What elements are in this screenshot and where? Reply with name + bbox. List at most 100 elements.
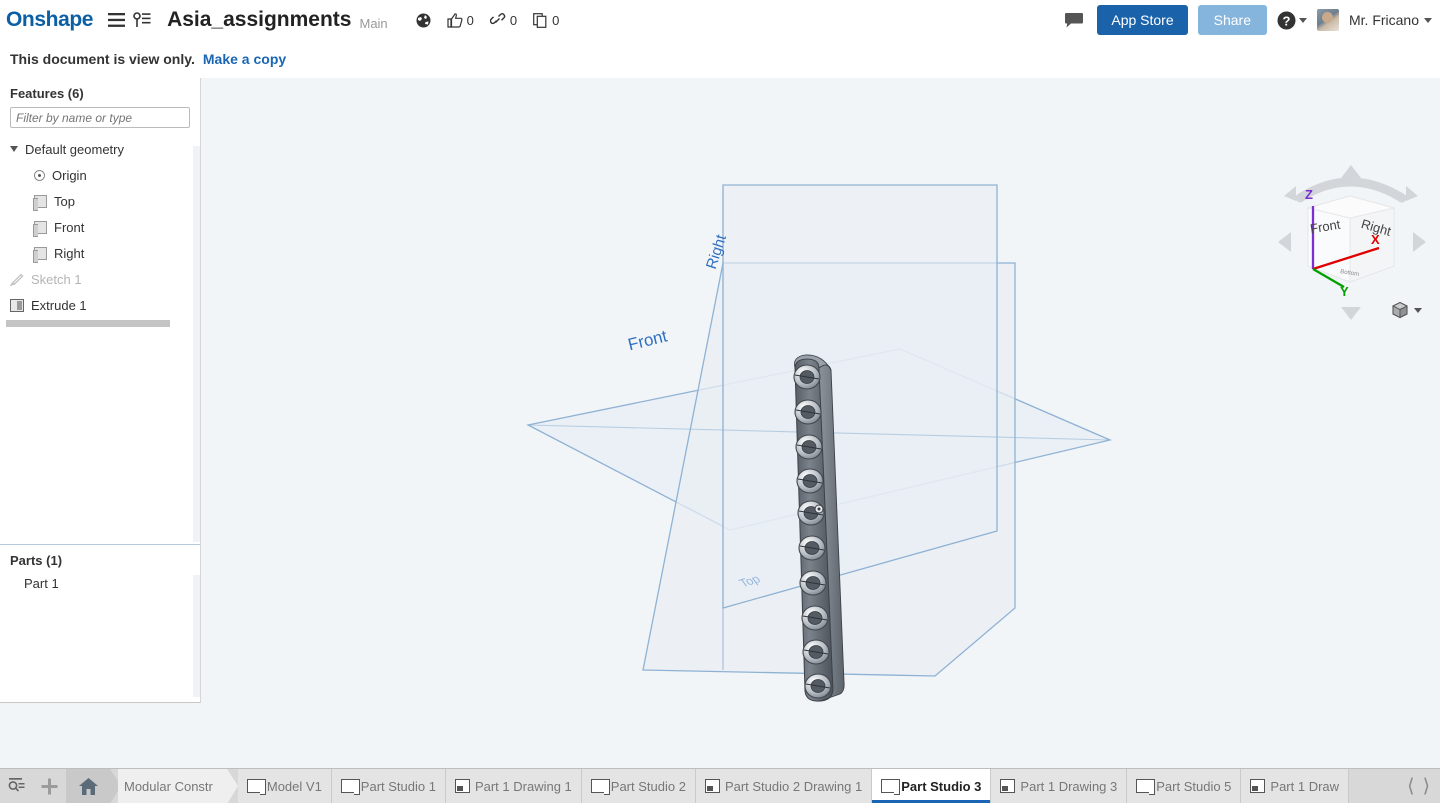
- copy-icon: [533, 12, 547, 28]
- chevron-down-icon: [1424, 17, 1432, 23]
- copies-stat[interactable]: 0: [533, 13, 559, 28]
- globe-icon[interactable]: [416, 13, 431, 28]
- view-left-arrow: [1278, 232, 1291, 252]
- plane-icon: [33, 246, 47, 263]
- drawing-icon: [454, 779, 470, 793]
- comment-icon[interactable]: [1061, 5, 1087, 35]
- document-title[interactable]: Asia_assignments: [167, 8, 351, 32]
- tab-part-studio-2[interactable]: Part Studio 2: [581, 769, 696, 803]
- tab-part-studio-2-drawing-1[interactable]: Part Studio 2 Drawing 1: [695, 769, 873, 803]
- plane-icon: [33, 194, 47, 211]
- chevron-down-icon[interactable]: [10, 146, 18, 152]
- part-studio-icon: [590, 779, 610, 795]
- likes-stat[interactable]: 0: [447, 13, 474, 28]
- drawing-icon: [704, 779, 720, 793]
- plane-icon: [33, 220, 47, 237]
- axis-label-y: Y: [1340, 284, 1349, 299]
- parts-vertical-scrollbar[interactable]: [193, 575, 200, 697]
- view-right-arrow: [1413, 232, 1426, 252]
- tab-part-1-drawing-3[interactable]: Part 1 Drawing 3: [991, 769, 1128, 803]
- document-branch[interactable]: Main: [359, 10, 387, 31]
- onshape-logo[interactable]: Onshape: [6, 8, 93, 32]
- tree-item-label: Sketch 1: [31, 271, 82, 287]
- origin-icon: [34, 169, 45, 181]
- make-a-copy-link[interactable]: Make a copy: [203, 51, 286, 67]
- chevron-down-icon: [1298, 17, 1307, 23]
- tab-model-v1[interactable]: Model V1: [237, 769, 332, 803]
- view-only-banner: This document is view only. Make a copy: [0, 40, 1440, 78]
- link-icon: [489, 12, 506, 24]
- drawing-icon: [1250, 779, 1266, 793]
- features-vertical-scrollbar[interactable]: [193, 146, 200, 542]
- tab-label: Part Studio 5: [1156, 778, 1232, 794]
- left-sidebar: Features (6) Default geometry Origin Top…: [0, 78, 201, 703]
- version-history-icon[interactable]: [129, 5, 155, 35]
- tree-item-extrude-1[interactable]: Extrude 1: [0, 292, 200, 318]
- chevron-down-icon: [1414, 307, 1422, 313]
- breadcrumb-label: Modular Constr: [124, 778, 213, 794]
- tree-item-default-geometry[interactable]: Default geometry: [0, 136, 200, 162]
- tab-part-1-drawing-partial[interactable]: Part 1 Draw: [1241, 769, 1350, 803]
- features-panel: Features (6) Default geometry Origin Top…: [0, 78, 200, 544]
- view-cube-faces: [1306, 195, 1395, 283]
- tab-part-studio-5[interactable]: Part Studio 5: [1127, 769, 1242, 803]
- avatar[interactable]: [1316, 9, 1339, 31]
- view-style-button[interactable]: [1390, 300, 1422, 320]
- app-header: Onshape Asia_assignments Main 0 0 0 App …: [0, 0, 1440, 40]
- rotate-arrow-arc: [1295, 177, 1407, 203]
- parts-panel: Parts (1) Part 1: [0, 545, 200, 702]
- home-icon: [78, 777, 98, 795]
- tab-label: Part 1 Draw: [1270, 778, 1340, 794]
- features-horizontal-scrollbar[interactable]: [6, 320, 170, 327]
- axis-label-x: X: [1371, 232, 1380, 247]
- tree-item-sketch-1[interactable]: Sketch 1: [0, 266, 200, 292]
- 3d-viewport[interactable]: Right Front Top Bottom Front Right Z X Y: [0, 78, 1440, 768]
- tree-item-label: Extrude 1: [31, 297, 87, 313]
- help-menu[interactable]: ?: [1277, 11, 1307, 30]
- tree-item-label: Top: [54, 193, 75, 209]
- tab-label: Part 1 Drawing 1: [474, 778, 572, 794]
- view-down-arrow: [1341, 307, 1361, 320]
- view-up-arrow: [1341, 165, 1361, 178]
- links-count: 0: [509, 12, 518, 28]
- tree-item-top[interactable]: Top: [0, 188, 200, 214]
- share-button[interactable]: Share: [1197, 5, 1267, 35]
- axis-label-z: Z: [1305, 187, 1313, 202]
- app-store-button[interactable]: App Store: [1097, 5, 1188, 35]
- tree-item-origin[interactable]: Origin: [0, 162, 200, 188]
- drawing-icon: [1000, 779, 1016, 793]
- tree-item-label: Right: [54, 245, 85, 261]
- part-studio-icon: [246, 779, 266, 795]
- extrude-icon: [10, 298, 24, 312]
- parts-title: Parts (1): [10, 553, 63, 568]
- tab-label: Part Studio 1: [360, 778, 436, 794]
- view-cube[interactable]: Bottom Front Right Z X Y: [1272, 160, 1432, 325]
- features-title: Features (6): [10, 86, 84, 101]
- tree-item-right[interactable]: Right: [0, 240, 200, 266]
- breadcrumb-tab[interactable]: Modular Constr: [118, 769, 238, 803]
- tab-part-studio-1[interactable]: Part Studio 1: [331, 769, 446, 803]
- document-tab-bar: Modular Constr Model V1 Part Studio 1 Pa…: [0, 768, 1440, 803]
- home-tab-button[interactable]: [66, 769, 121, 803]
- chevron-right-icon[interactable]: ⟩: [1423, 777, 1430, 796]
- part-list-item[interactable]: Part 1: [0, 572, 200, 596]
- tab-label: Part Studio 3: [901, 778, 982, 794]
- tab-label: Part Studio 2 Drawing 1: [724, 778, 863, 794]
- help-icon: ?: [1277, 11, 1296, 29]
- hamburger-menu-icon[interactable]: [103, 5, 129, 35]
- thumbs-up-icon: [447, 12, 463, 28]
- cube-icon: [1392, 301, 1408, 319]
- search-tabs-icon[interactable]: [0, 769, 33, 803]
- user-menu[interactable]: Mr. Fricano: [1349, 12, 1432, 28]
- add-tab-icon[interactable]: [33, 769, 66, 803]
- tab-part-1-drawing-1[interactable]: Part 1 Drawing 1: [445, 769, 582, 803]
- tab-part-studio-3[interactable]: Part Studio 3: [872, 769, 992, 803]
- tree-item-label: Front: [54, 219, 85, 235]
- part-studio-icon: [340, 779, 360, 795]
- tree-item-front[interactable]: Front: [0, 214, 200, 240]
- part-studio-icon: [1136, 779, 1156, 795]
- chevron-left-icon[interactable]: ⟨: [1407, 777, 1414, 796]
- feature-filter-input[interactable]: [10, 107, 190, 128]
- links-stat[interactable]: 0: [489, 12, 518, 28]
- svg-text:?: ?: [1283, 13, 1291, 28]
